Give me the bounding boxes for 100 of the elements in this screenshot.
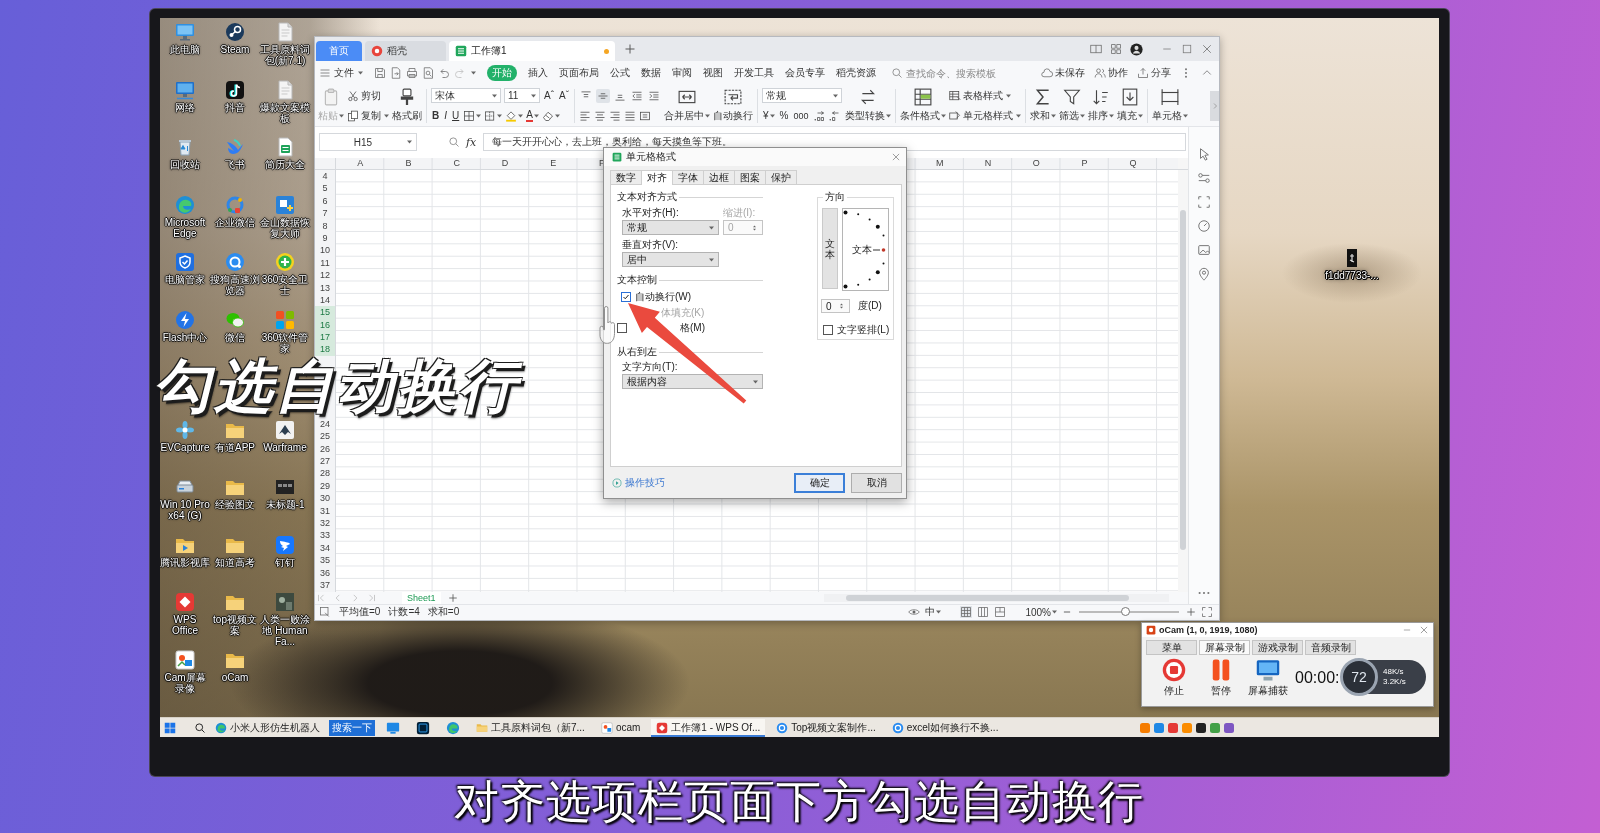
taskbar-window[interactable]: Top视频文案制作... (771, 718, 881, 737)
avatar-icon[interactable] (1130, 42, 1143, 56)
percent-button[interactable]: % (778, 108, 790, 123)
recorder-tab[interactable]: 菜单 (1146, 640, 1197, 655)
row-header[interactable]: 15 (315, 306, 335, 319)
row-header[interactable]: 12 (315, 269, 335, 282)
desktop-shortcut[interactable]: 钉钉 (260, 534, 310, 592)
cell-style-button[interactable]: 单元格样式 (949, 108, 1021, 123)
row-header[interactable]: 8 (315, 219, 335, 232)
row-header[interactable]: 5 (315, 182, 335, 195)
tips-link[interactable]: 操作技巧 (625, 475, 665, 490)
desktop-shortcut[interactable]: Win 10 Pro x64 (G) (160, 477, 210, 535)
decrease-decimal-icon[interactable] (827, 109, 840, 122)
column-header[interactable]: D (480, 158, 530, 169)
column-header[interactable]: P (1060, 158, 1109, 169)
ribbon-tab[interactable]: 插入 (528, 65, 548, 81)
swirl-logo-icon[interactable] (446, 720, 460, 735)
ribbon-tab[interactable]: 开发工具 (734, 65, 774, 81)
ribbon-tab[interactable]: 审阅 (672, 65, 692, 81)
zoom-level-button[interactable]: 100% (1025, 606, 1057, 618)
row-header[interactable]: 36 (315, 566, 335, 579)
dialog-tab[interactable]: 边框 (703, 170, 735, 184)
desktop-shortcut[interactable]: 腾讯影视库 (160, 534, 210, 592)
row-header[interactable]: 27 (315, 455, 335, 468)
gauge-icon[interactable] (1197, 219, 1211, 233)
align-center-icon[interactable] (594, 109, 606, 122)
increase-decimal-icon[interactable] (812, 109, 825, 122)
printer-icon[interactable] (406, 67, 418, 79)
scrollbar-thumb[interactable] (1180, 210, 1186, 550)
desktop-shortcut[interactable]: top视频文案 (210, 592, 260, 650)
filter-button[interactable]: 筛选 (1059, 86, 1085, 125)
column-header[interactable]: O (1012, 158, 1061, 169)
cell-mode-icon[interactable] (319, 606, 331, 619)
desktop-shortcut[interactable]: oCam (210, 649, 260, 707)
vertical-align-select[interactable]: 居中 (622, 252, 719, 267)
cancel-button[interactable]: 取消 (851, 472, 902, 493)
dialog-tab[interactable]: 对齐 (641, 170, 673, 185)
underline-button[interactable]: U (451, 108, 461, 123)
desktop-shortcut[interactable]: Cam屏幕录像 (160, 649, 210, 707)
row-header[interactable]: 13 (315, 281, 335, 294)
row-header[interactable]: 11 (315, 256, 335, 270)
align-right-icon[interactable] (609, 109, 621, 122)
font-size-select[interactable]: 11 (504, 88, 540, 103)
search-icon[interactable] (194, 721, 206, 734)
desktop-shortcut[interactable]: 有道APP (210, 419, 260, 477)
row-header[interactable]: 28 (315, 467, 335, 480)
plus-icon[interactable] (624, 43, 636, 55)
font-color-button[interactable]: A (526, 108, 539, 123)
taskbar-search-box[interactable]: 小米人形仿生机器人 (212, 718, 323, 737)
pause-button[interactable]: 暂停 (1199, 658, 1243, 698)
add-sheet-icon[interactable] (447, 592, 458, 603)
row-header[interactable]: 29 (315, 479, 335, 493)
row-header[interactable]: 25 (315, 430, 335, 443)
save-icon[interactable] (374, 67, 386, 79)
column-header[interactable]: E (529, 158, 578, 169)
taskbar-window[interactable]: 工作簿1 - WPS Of... (651, 718, 766, 737)
location-pin-icon[interactable] (1197, 267, 1211, 281)
last-sheet-icon[interactable] (367, 592, 377, 603)
undo-icon[interactable] (438, 67, 450, 79)
normal-view-icon[interactable] (960, 606, 973, 619)
horizontal-align-select[interactable]: 常规 (622, 220, 719, 235)
column-header[interactable]: N (963, 158, 1013, 169)
cells-button[interactable]: 单元格 (1152, 86, 1188, 125)
distributed-align-icon[interactable] (639, 109, 651, 122)
currency-button[interactable]: ¥ (762, 108, 776, 123)
row-header[interactable]: 14 (315, 293, 335, 307)
taskbar-window[interactable]: excel如何换行不换... (886, 718, 1004, 737)
alignment-button[interactable] (596, 88, 610, 103)
ribbon-tab[interactable]: 公式 (610, 65, 630, 81)
sliders-icon[interactable] (1197, 171, 1211, 185)
row-header[interactable]: 35 (315, 554, 335, 567)
function-button[interactable]: fx (466, 135, 477, 149)
selection-frame-icon[interactable] (1197, 195, 1211, 209)
close-icon[interactable] (891, 152, 901, 162)
four-squares-icon[interactable] (164, 721, 176, 734)
toolbar-button[interactable]: 分享 (1137, 66, 1171, 80)
desktop-shortcut[interactable]: 未标题-1 (260, 477, 310, 535)
fullscreen-icon[interactable] (1201, 606, 1213, 619)
number-format-select[interactable]: 常规 (762, 88, 842, 103)
print-preview-icon[interactable] (422, 67, 434, 79)
vertical-scrollbar[interactable] (1178, 170, 1188, 592)
layout-icon[interactable] (1090, 43, 1102, 55)
thousands-button[interactable]: 000 (792, 108, 810, 123)
desktop-shortcut[interactable]: 人类一败涂地 Human Fa... (260, 592, 310, 650)
cell-shading-button[interactable] (484, 108, 503, 123)
conditional-format-button[interactable]: 条件格式 (900, 86, 946, 125)
column-header[interactable]: M (915, 158, 964, 169)
slider-thumb[interactable] (1120, 607, 1130, 617)
ribbon-tab[interactable]: 页面布局 (559, 65, 599, 81)
align-left-icon[interactable] (579, 109, 591, 122)
vertical-text-button[interactable]: 文本 (822, 208, 838, 289)
dialog-tab[interactable]: 图案 (734, 170, 766, 184)
desktop-shortcut[interactable]: 经验图文 (210, 477, 260, 535)
row-header[interactable]: 31 (315, 504, 335, 517)
zoom-in-icon[interactable] (1186, 607, 1196, 618)
capture-button[interactable]: 屏幕捕获 (1246, 658, 1290, 698)
taskbar-window[interactable]: 工具原料词包（新7... (471, 718, 590, 737)
recorder-tab[interactable]: 音频录制 (1305, 640, 1356, 655)
column-header[interactable]: A (336, 158, 385, 169)
recorder-tab[interactable]: 游戏录制 (1252, 640, 1303, 655)
